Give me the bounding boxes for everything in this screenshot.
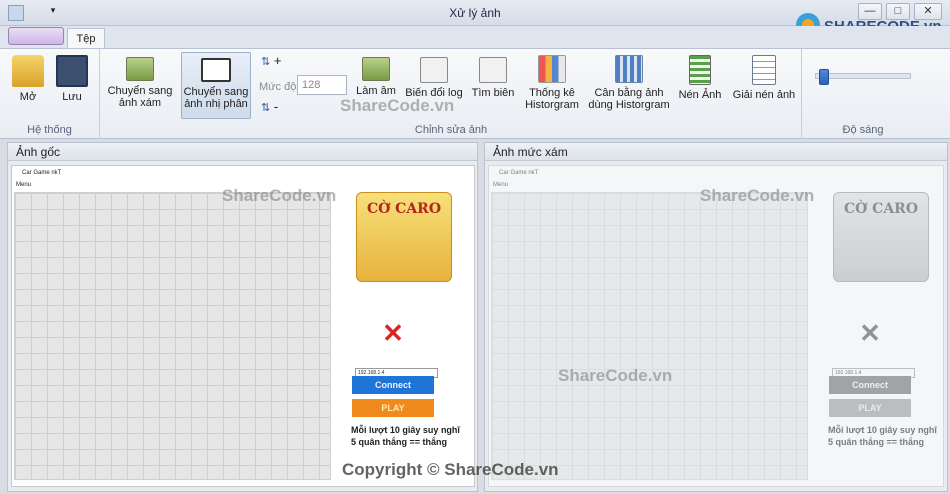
to-binary-label-1: Chuyển sang xyxy=(183,86,249,98)
x-mark-icon: ✕ xyxy=(855,318,885,348)
game-board-grid xyxy=(14,192,331,480)
save-button[interactable]: Lưu xyxy=(54,55,90,103)
minimize-button[interactable]: — xyxy=(858,3,882,20)
edge-detect-button[interactable]: Tìm biên xyxy=(471,57,515,99)
to-gray-button[interactable]: Chuyển sang ảnh xám xyxy=(107,57,173,109)
ribbon-tabs xyxy=(0,26,950,48)
to-binary-label-2: ảnh nhị phân xyxy=(184,98,248,110)
histogram-label-2: Historgram xyxy=(525,99,579,111)
floppy-disk-icon xyxy=(56,55,88,87)
plus-label: + xyxy=(273,53,282,68)
card-title: CỜ CARO xyxy=(843,201,919,217)
to-gray-label-1: Chuyển sang xyxy=(107,85,173,97)
x-mark-icon: ✕ xyxy=(378,318,408,348)
sort-down-icon: ⇅ xyxy=(261,102,271,114)
connect-image-button: Connect xyxy=(829,376,911,394)
brightness-track[interactable] xyxy=(815,73,911,79)
to-gray-label-2: ảnh xám xyxy=(118,97,162,109)
watermark: ShareCode.vn xyxy=(222,186,337,205)
histogram-label-1: Thống kê xyxy=(529,87,575,99)
document-icon xyxy=(689,55,711,85)
rules-note: Mỗi lượt 10 giây suy nghĩ 5 quân thắng ==… xyxy=(828,424,950,448)
histogram-button[interactable]: Thống kê Historgram xyxy=(521,55,583,111)
tab-file[interactable]: Tệp xyxy=(67,28,105,49)
equalize-label-2: dùng Historgram xyxy=(588,99,670,111)
edge-icon xyxy=(479,57,507,83)
group-brightness-caption: Độ sáng xyxy=(842,124,884,136)
open-button[interactable]: Mở xyxy=(10,55,46,103)
connect-image-button: Connect xyxy=(352,376,434,394)
note-line-2: 5 quân thắng == thắng xyxy=(351,437,448,447)
note-line-1: Mỗi lượt 10 giây suy nghĩ xyxy=(351,425,460,435)
original-panel-header: Ảnh gốc xyxy=(8,143,477,161)
play-image-button: PLAY xyxy=(829,399,911,417)
save-label: Lưu xyxy=(62,91,82,103)
decompress-icon xyxy=(752,55,776,85)
game-logo-card: CỜ CARO xyxy=(833,192,929,282)
preview-title: Car Game nkT xyxy=(22,170,62,176)
image-icon xyxy=(126,57,154,81)
folder-icon xyxy=(12,55,44,87)
compress-label: Nén Ảnh xyxy=(678,89,722,101)
negative-button[interactable]: Làm âm xyxy=(353,57,399,97)
decrease-level-button[interactable]: ⇅ - xyxy=(261,99,301,114)
group-brightness: Độ sáng xyxy=(803,49,923,139)
minus-label: - xyxy=(273,99,279,114)
note-line-2: 5 quân thắng == thắng xyxy=(828,437,925,447)
maximize-button[interactable]: □ xyxy=(886,3,910,20)
equalize-histogram-button[interactable]: Cân bằng ảnh dùng Historgram xyxy=(587,55,671,111)
group-edit: Chuyển sang ảnh xám Chuyển sang ảnh nhị … xyxy=(101,49,802,139)
edge-detect-label: Tìm biên xyxy=(471,87,515,99)
application-menu-button[interactable] xyxy=(8,27,64,45)
log-transform-button[interactable]: Biến đổi log xyxy=(403,57,465,99)
decompress-label: Giải nén ảnh xyxy=(732,89,796,101)
brightness-slider-thumb[interactable] xyxy=(819,69,830,85)
window-title: Xử lý ảnh xyxy=(449,6,501,20)
rules-note: Mỗi lượt 10 giây suy nghĩ 5 quân thắng ==… xyxy=(351,424,481,448)
watermark: ShareCode.vn xyxy=(700,186,815,205)
decompress-button[interactable]: Giải nén ảnh xyxy=(729,55,799,101)
watermark: ShareCode.vn xyxy=(340,96,455,115)
butterfly-icon xyxy=(420,57,448,83)
binary-image-icon xyxy=(201,58,231,82)
bar-chart-icon xyxy=(538,55,566,83)
level-label: Mức độ xyxy=(259,81,297,93)
sort-up-icon: ⇅ xyxy=(261,56,271,68)
gray-panel-header: Ảnh mức xám xyxy=(485,143,947,161)
group-edit-caption: Chỉnh sửa ảnh xyxy=(414,124,488,136)
close-button[interactable]: ✕ xyxy=(914,3,942,20)
equalize-icon xyxy=(615,55,643,83)
original-image-preview: Car Game nkT Menu CỜ CARO ✕ 192.168.1.4 … xyxy=(11,165,475,487)
compress-button[interactable]: Nén Ảnh xyxy=(677,55,723,101)
image-icon xyxy=(362,57,390,81)
group-system: Mở Lưu Hệ thống xyxy=(0,49,100,139)
note-line-1: Mỗi lượt 10 giây suy nghĩ xyxy=(828,425,937,435)
card-title: CỜ CARO xyxy=(366,201,442,217)
game-logo-card: CỜ CARO xyxy=(356,192,452,282)
increase-level-button[interactable]: ⇅ + xyxy=(261,53,301,68)
open-label: Mở xyxy=(19,91,37,103)
title-bar: ▾ Xử lý ảnh — □ ✕ xyxy=(0,0,950,26)
watermark: ShareCode.vn xyxy=(558,366,673,385)
to-binary-button[interactable]: Chuyển sang ảnh nhị phân xyxy=(181,52,251,119)
equalize-label-1: Cân bằng ảnh xyxy=(594,87,664,99)
game-board-grid xyxy=(491,192,808,480)
group-system-caption: Hệ thống xyxy=(27,124,72,136)
preview-title: Car Game nkT xyxy=(499,170,539,176)
play-image-button: PLAY xyxy=(352,399,434,417)
ribbon: Mở Lưu Hệ thống Chuyển sang ảnh xám Chuy… xyxy=(0,48,950,139)
gray-image-preview: Car Game nkT Menu CỜ CARO ✕ 192.168.1.4 … xyxy=(488,165,944,487)
copyright-watermark: Copyright © ShareCode.vn xyxy=(342,460,559,479)
level-input[interactable] xyxy=(297,75,347,95)
